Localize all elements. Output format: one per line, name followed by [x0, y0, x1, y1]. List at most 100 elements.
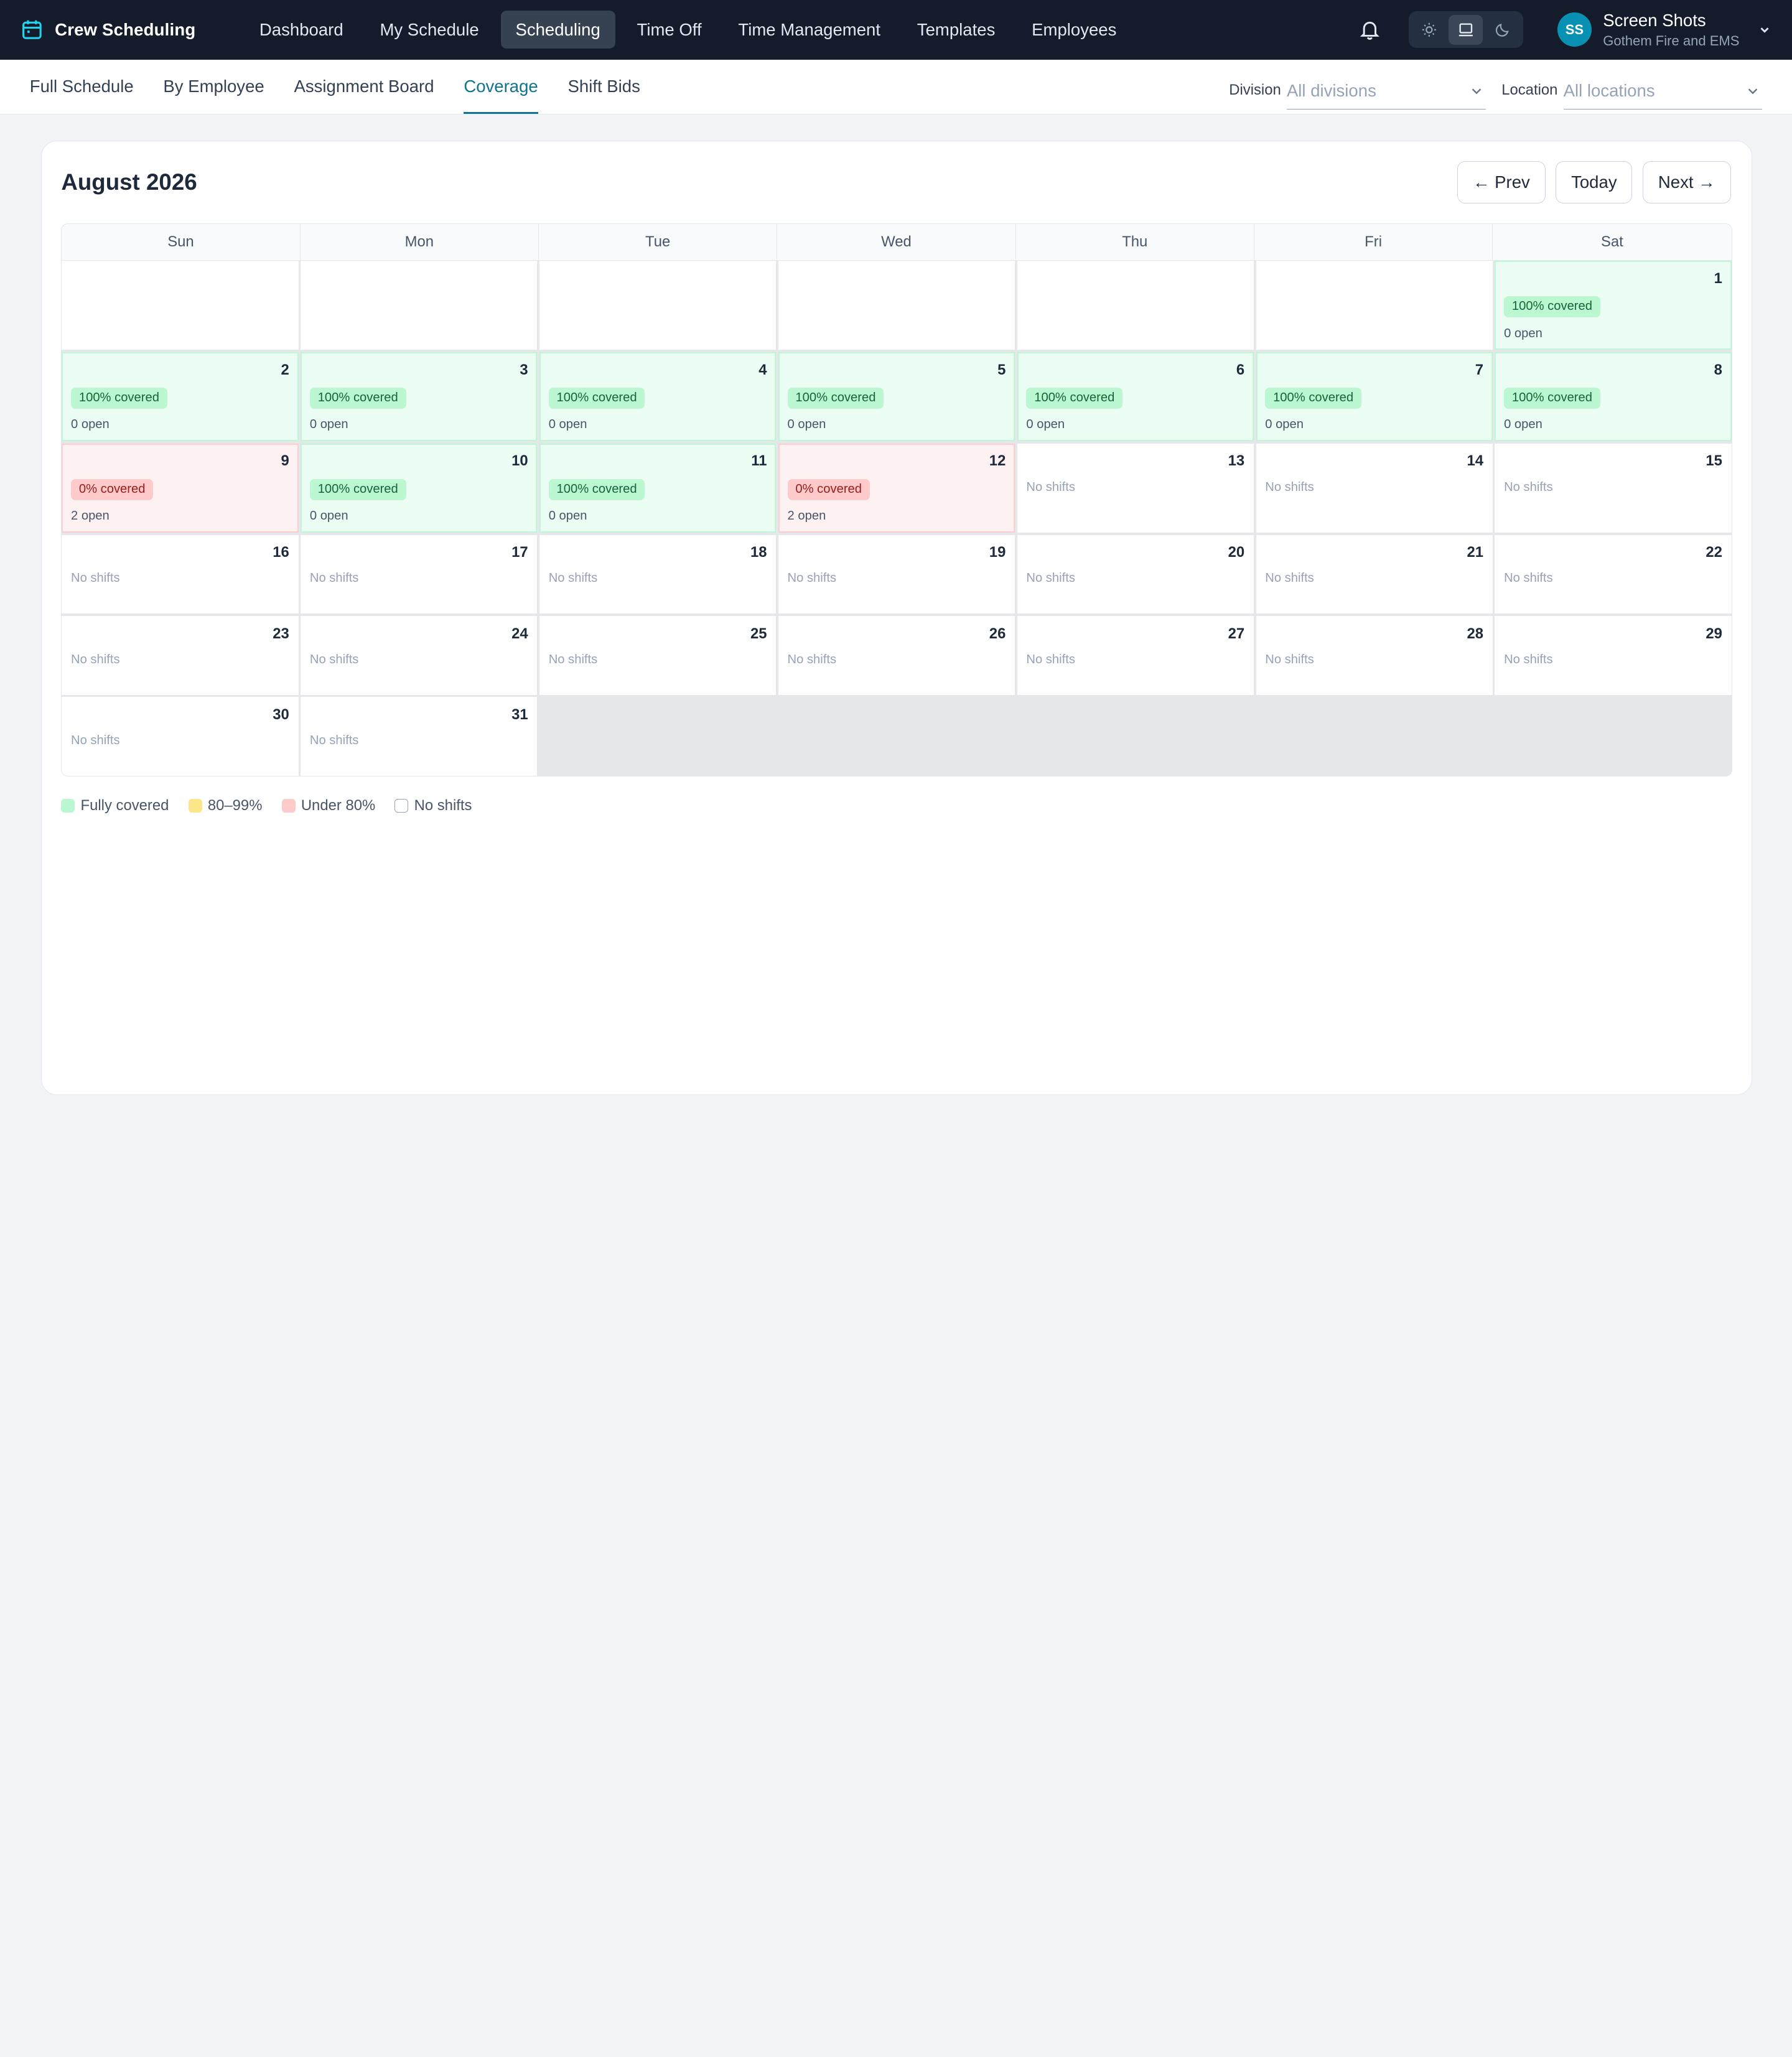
coverage-badge: 100% covered: [1265, 387, 1361, 409]
day-cell[interactable]: 1 100% covered 0 open: [1495, 260, 1732, 350]
day-cell[interactable]: 7 100% covered 0 open: [1256, 352, 1493, 442]
system-theme-button[interactable]: [1449, 14, 1483, 45]
user-info: Screen Shots Gothem Fire and EMS: [1603, 11, 1739, 49]
day-cell[interactable]: 15 No shifts: [1495, 443, 1732, 533]
legend-item-fully-covered: Fully covered: [61, 797, 169, 814]
day-cell[interactable]: 27 No shifts: [1017, 616, 1254, 695]
coverage-calendar: Sun Mon Tue Wed Thu Fri Sat 1 100% covered 0 ope…: [61, 223, 1732, 777]
day-cell[interactable]: 5 100% covered 0 open: [778, 352, 1015, 442]
user-org: Gothem Fire and EMS: [1603, 32, 1740, 49]
bell-icon[interactable]: [1358, 18, 1381, 41]
day-cell[interactable]: 26 No shifts: [778, 616, 1015, 695]
nav-item-my-schedule[interactable]: My Schedule: [365, 11, 494, 49]
tab-shift-bids[interactable]: Shift Bids: [568, 60, 640, 114]
day-number: 25: [750, 625, 767, 642]
day-number: 20: [1228, 544, 1245, 561]
today-button[interactable]: Today: [1556, 161, 1633, 203]
day-cell[interactable]: 29 No shifts: [1495, 616, 1732, 695]
day-cell[interactable]: 9 0% covered 2 open: [62, 443, 299, 533]
day-cell[interactable]: 31 No shifts: [301, 697, 538, 777]
day-number: 24: [511, 625, 528, 642]
day-cell[interactable]: 24 No shifts: [301, 616, 538, 695]
empty-day: [1495, 697, 1732, 777]
day-cell[interactable]: 23 No shifts: [62, 616, 299, 695]
day-cell[interactable]: 18 No shifts: [539, 534, 777, 614]
open-count: 0 open: [1026, 417, 1065, 432]
empty-day: [1017, 697, 1254, 777]
day-cell[interactable]: 28 No shifts: [1256, 616, 1493, 695]
nav-item-dashboard[interactable]: Dashboard: [245, 11, 358, 49]
location-select[interactable]: All locations: [1563, 73, 1763, 110]
coverage-badge: 100% covered: [71, 387, 167, 409]
day-cell[interactable]: 3 100% covered 0 open: [301, 352, 538, 442]
legend-label: No shifts: [414, 797, 472, 814]
coverage-badge: 100% covered: [1504, 387, 1600, 409]
no-shifts-label: No shifts: [787, 652, 837, 666]
day-number: 27: [1228, 625, 1245, 642]
day-cell[interactable]: 2 100% covered 0 open: [62, 352, 299, 442]
calendar-week: 9 0% covered 2 open 10 100% covered 0 open 11 1…: [62, 443, 1732, 533]
day-cell[interactable]: 20 No shifts: [1017, 534, 1254, 614]
calendar-icon: [22, 21, 42, 40]
dark-theme-button[interactable]: [1485, 15, 1519, 45]
open-count: 0 open: [548, 509, 587, 523]
day-cell[interactable]: 10 100% covered 0 open: [301, 443, 538, 533]
empty-day: [778, 697, 1015, 777]
day-cell[interactable]: 6 100% covered 0 open: [1017, 352, 1254, 442]
tab-by-employee[interactable]: By Employee: [163, 60, 264, 114]
no-shifts-label: No shifts: [71, 734, 120, 748]
day-cell[interactable]: 19 No shifts: [778, 534, 1015, 614]
day-cell[interactable]: 4 100% covered 0 open: [539, 352, 777, 442]
day-number: 12: [989, 452, 1006, 470]
scheduling-tabs: Full Schedule By Employee Assignment Board…: [30, 60, 640, 114]
nav-item-time-off[interactable]: Time Off: [622, 11, 717, 49]
tab-assignment-board[interactable]: Assignment Board: [294, 60, 434, 114]
nav-item-scheduling[interactable]: Scheduling: [500, 11, 615, 49]
light-theme-button[interactable]: [1412, 15, 1447, 45]
coverage-badge: 100% covered: [1504, 296, 1600, 317]
day-cell[interactable]: 22 No shifts: [1495, 534, 1732, 614]
day-cell[interactable]: 12 0% covered 2 open: [778, 443, 1015, 533]
day-number: 4: [758, 361, 767, 378]
tab-full-schedule[interactable]: Full Schedule: [30, 60, 134, 114]
day-cell[interactable]: 14 No shifts: [1256, 443, 1493, 533]
tab-coverage[interactable]: Coverage: [464, 60, 538, 114]
nav-item-time-management[interactable]: Time Management: [724, 11, 895, 49]
coverage-badge: 0% covered: [787, 478, 870, 500]
day-number: 10: [511, 452, 528, 470]
day-cell[interactable]: 25 No shifts: [539, 616, 777, 695]
division-select[interactable]: All divisions: [1286, 73, 1486, 110]
no-shifts-label: No shifts: [1026, 480, 1075, 494]
day-cell[interactable]: 8 100% covered 0 open: [1495, 352, 1732, 442]
legend-item-80-99: 80–99%: [188, 797, 262, 814]
day-cell[interactable]: 13 No shifts: [1017, 443, 1254, 533]
calendar-week: 2 100% covered 0 open 3 100% covered 0 open 4 1…: [62, 352, 1732, 442]
day-cell[interactable]: 16 No shifts: [62, 534, 299, 614]
no-shifts-label: No shifts: [1265, 480, 1314, 494]
weekday-header: Sun Mon Tue Wed Thu Fri Sat: [62, 224, 1732, 261]
weekday-sat: Sat: [1493, 224, 1732, 261]
empty-day: [62, 260, 299, 350]
legend-item-under-80: Under 80%: [281, 797, 375, 814]
empty-day: [301, 260, 538, 350]
brand[interactable]: Crew Scheduling: [21, 18, 245, 41]
day-cell[interactable]: 17 No shifts: [301, 534, 538, 614]
day-number: 19: [989, 544, 1006, 561]
open-count: 2 open: [71, 509, 110, 523]
coverage-badge: 100% covered: [787, 387, 884, 409]
user-menu[interactable]: SS Screen Shots Gothem Fire and EMS: [1557, 11, 1771, 49]
nav-item-employees[interactable]: Employees: [1017, 11, 1131, 49]
no-shifts-label: No shifts: [1504, 480, 1553, 494]
legend-item-no-shifts: No shifts: [394, 797, 472, 814]
day-cell[interactable]: 11 100% covered 0 open: [539, 443, 777, 533]
next-button[interactable]: Next →: [1643, 161, 1731, 203]
day-cell[interactable]: 30 No shifts: [62, 697, 299, 777]
weekday-sun: Sun: [62, 224, 301, 261]
location-filter: Location All locations: [1501, 63, 1763, 110]
nav-item-templates[interactable]: Templates: [902, 11, 1010, 49]
day-number: 16: [273, 544, 289, 561]
day-cell[interactable]: 21 No shifts: [1256, 534, 1493, 614]
top-bar: Crew Scheduling Dashboard My Schedule Sche…: [0, 0, 1792, 60]
main-nav: Dashboard My Schedule Scheduling Time Off Ti…: [245, 11, 1131, 49]
prev-button[interactable]: ← Prev: [1457, 161, 1546, 203]
